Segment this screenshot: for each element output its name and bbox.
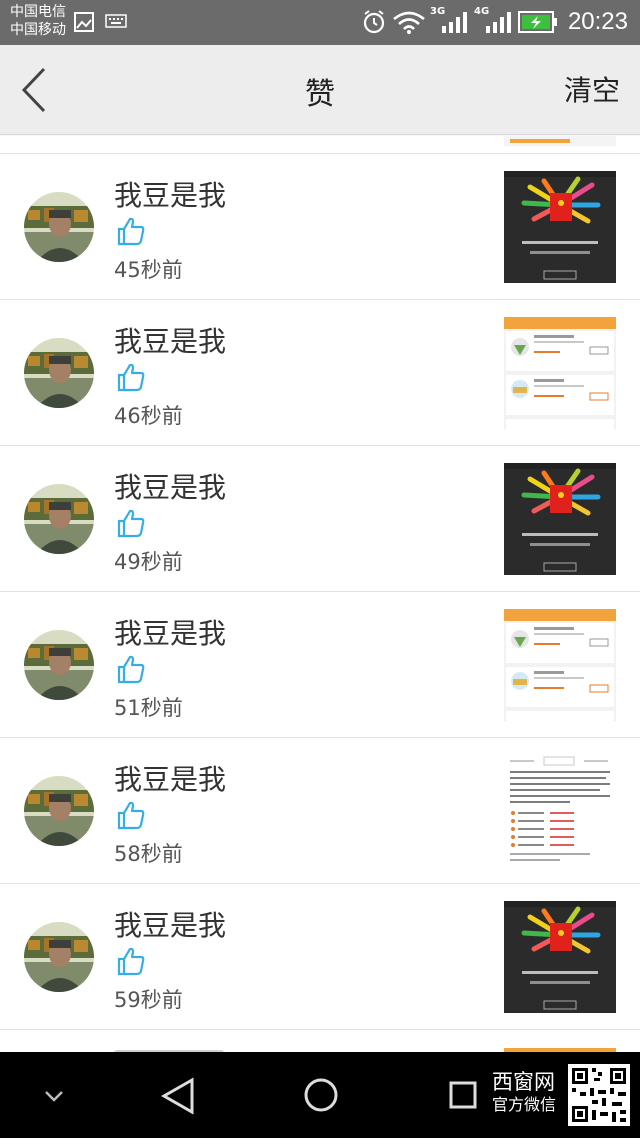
like-item[interactable]: 我豆是我 46秒前 — [0, 300, 640, 446]
partial-list-item — [0, 136, 640, 154]
thumbs-up-icon — [117, 655, 145, 684]
image-notification-icon — [74, 12, 94, 32]
likes-list: 我豆是我 45秒前 我豆是我 46秒前 我豆是我 49秒前 我豆是我 51秒前 … — [0, 136, 640, 1052]
battery-icon — [518, 11, 557, 33]
avatar[interactable] — [24, 776, 94, 846]
thumbs-up-icon — [117, 363, 145, 392]
like-item[interactable]: 我豆是我 45秒前 — [0, 154, 640, 300]
signal-3g-icon — [442, 12, 467, 33]
ranking-list-thumbnail — [504, 317, 616, 429]
like-item[interactable]: 我豆是我 59秒前 — [0, 884, 640, 1030]
post-thumbnail[interactable] — [504, 609, 616, 721]
back-triangle-icon[interactable] — [160, 1076, 196, 1116]
page-title: 赞 — [305, 77, 335, 112]
text-article-thumbnail — [504, 755, 616, 867]
recents-square-icon[interactable] — [448, 1080, 478, 1110]
like-time: 45秒前 — [114, 258, 183, 282]
username[interactable]: 我豆是我 — [114, 174, 226, 214]
likes-rows: 我豆是我 45秒前 我豆是我 46秒前 我豆是我 49秒前 我豆是我 51秒前 … — [0, 154, 640, 1030]
clear-button[interactable]: 清空 — [564, 69, 620, 109]
username[interactable]: 我豆是我 — [114, 320, 226, 360]
ranking-list-thumbnail — [504, 609, 616, 721]
carrier-1: 中国电信 — [10, 4, 66, 20]
like-item[interactable]: 我豆是我 51秒前 — [0, 592, 640, 738]
alarm-icon — [363, 10, 385, 34]
thumbnail-fragment — [504, 136, 616, 146]
like-time: 49秒前 — [114, 550, 183, 574]
like-time: 58秒前 — [114, 842, 183, 866]
thumbs-up-icon — [117, 217, 145, 246]
avatar[interactable] — [24, 192, 94, 262]
thumbs-up-icon — [117, 801, 145, 830]
like-item[interactable]: 我豆是我 58秒前 — [0, 738, 640, 884]
post-thumbnail[interactable] — [504, 463, 616, 575]
username[interactable]: 我豆是我 — [114, 612, 226, 652]
avatar[interactable] — [24, 484, 94, 554]
chevron-down-icon[interactable] — [42, 1088, 66, 1104]
keyboard-icon — [105, 14, 127, 28]
avatar[interactable] — [24, 338, 94, 408]
qr-code-icon — [568, 1064, 630, 1126]
post-thumbnail[interactable] — [504, 317, 616, 429]
red-packet-thumbnail — [504, 901, 616, 1013]
partial-list-item — [0, 1030, 640, 1052]
header-bar: 赞 清空 — [0, 45, 640, 135]
red-packet-thumbnail — [504, 463, 616, 575]
like-time: 51秒前 — [114, 696, 183, 720]
watermark-line2: 官方微信 — [492, 1095, 557, 1114]
post-thumbnail[interactable] — [504, 901, 616, 1013]
post-thumbnail[interactable] — [504, 755, 616, 867]
username[interactable]: 我豆是我 — [114, 904, 226, 944]
watermark-text: 西窗网 官方微信 — [492, 1070, 556, 1116]
thumbs-up-icon — [117, 509, 145, 538]
watermark-line1: 西窗网 — [492, 1070, 555, 1094]
navigation-bar: 西窗网 官方微信 — [0, 1052, 640, 1138]
username[interactable]: 我豆是我 — [114, 758, 226, 798]
avatar[interactable] — [24, 922, 94, 992]
like-time: 59秒前 — [114, 988, 183, 1012]
carrier-2: 中国移动 — [10, 22, 66, 38]
status-bar: 中国电信 中国移动 3G 4G 20:23 — [0, 0, 640, 45]
carrier-info: 中国电信 中国移动 — [10, 3, 66, 39]
username[interactable]: 我豆是我 — [114, 466, 226, 506]
like-item[interactable]: 我豆是我 49秒前 — [0, 446, 640, 592]
post-thumbnail[interactable] — [504, 171, 616, 283]
red-packet-thumbnail — [504, 171, 616, 283]
signal-4g-icon — [486, 12, 511, 33]
clock: 20:23 — [567, 8, 628, 35]
avatar[interactable] — [24, 630, 94, 700]
thumbs-up-icon — [117, 947, 145, 976]
home-circle-icon[interactable] — [302, 1076, 340, 1114]
wifi-icon — [393, 11, 425, 34]
like-time: 46秒前 — [114, 404, 183, 428]
